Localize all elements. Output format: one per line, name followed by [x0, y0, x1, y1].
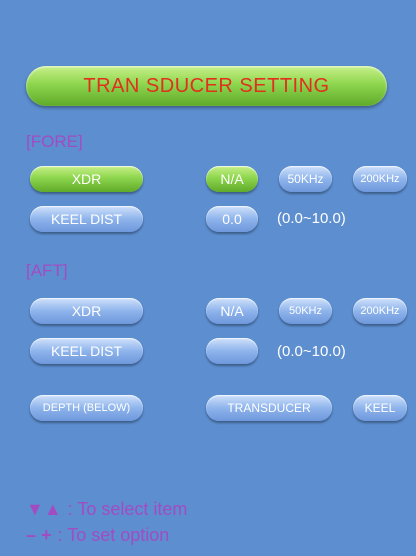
depth-option-transducer[interactable]: TRANSDUCER	[206, 395, 332, 421]
aft-xdr-button[interactable]: XDR	[30, 298, 143, 324]
fore-xdr-option-50khz[interactable]: 50KHz	[279, 166, 332, 192]
fore-keel-dist-button[interactable]: KEEL DIST	[30, 206, 143, 232]
title-bar: TRAN SDUCER SETTING	[26, 66, 387, 106]
aft-xdr-option-200khz[interactable]: 200KHz	[353, 298, 407, 324]
fore-keel-dist-value[interactable]: 0.0	[206, 206, 258, 232]
depth-option-keel[interactable]: KEEL	[353, 395, 407, 421]
fore-xdr-button[interactable]: XDR	[30, 166, 143, 192]
fore-keel-dist-range: (0.0~10.0)	[277, 210, 346, 227]
page-title: TRAN SDUCER SETTING	[83, 74, 330, 97]
aft-keel-dist-range: (0.0~10.0)	[277, 343, 346, 360]
help-set-text: : To set option	[57, 525, 170, 545]
aft-keel-dist-value[interactable]	[206, 338, 258, 364]
minus-plus-icon: – +	[26, 525, 52, 545]
help-set-option: – + : To set option	[26, 525, 169, 546]
aft-xdr-option-50khz[interactable]: 50KHz	[279, 298, 332, 324]
help-select-item: ▼▲ : To select item	[26, 499, 187, 520]
aft-keel-dist-button[interactable]: KEEL DIST	[30, 338, 143, 364]
fore-section-label: [FORE]	[26, 132, 83, 151]
fore-xdr-option-200khz[interactable]: 200KHz	[353, 166, 407, 192]
aft-section-label: [AFT]	[26, 261, 68, 280]
help-select-text: : To select item	[67, 499, 188, 519]
aft-xdr-option-na[interactable]: N/A	[206, 298, 258, 324]
depth-below-button[interactable]: DEPTH (BELOW)	[30, 395, 143, 421]
up-down-arrows-icon: ▼▲	[26, 499, 62, 519]
fore-xdr-option-na[interactable]: N/A	[206, 166, 258, 192]
